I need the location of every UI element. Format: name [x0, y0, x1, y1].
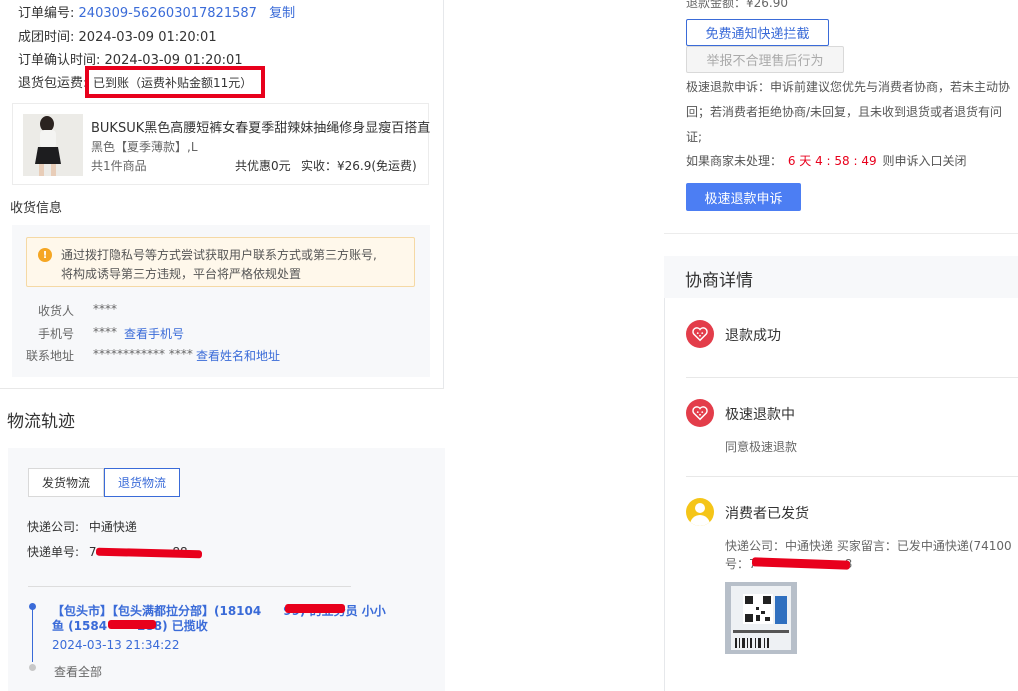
fast-refund-icon	[686, 399, 714, 427]
warning-text-line1: 通过拨打隐私号等方式尝试获取用户联系方式或第三方账号,	[61, 248, 377, 262]
receiver-phone-label: 手机号	[38, 327, 75, 341]
timeline-dot-inactive	[29, 664, 36, 671]
copy-link[interactable]: 复制	[269, 6, 295, 21]
order-id-value: 240309-562603017821587	[78, 6, 257, 21]
courier-company-row: 快递公司: 中通快递	[27, 518, 137, 535]
negotiation-item-title: 退款成功	[725, 328, 781, 344]
product-count: 共1件商品	[91, 159, 147, 173]
view-phone-link[interactable]: 查看手机号	[124, 325, 184, 342]
return-fee-label: 退货包运费:	[18, 76, 88, 91]
fast-refund-appeal-button[interactable]: 极速退款申诉	[686, 183, 801, 211]
return-fee-highlight: 已到账（运费补贴金额11元）	[85, 66, 265, 98]
negotiation-item-detail: 同意极速退款	[725, 440, 798, 454]
privacy-warning: ! 通过拨打隐私号等方式尝试获取用户联系方式或第三方账号, 将构成诱导第三方违规…	[26, 237, 415, 287]
warning-text-line2: 将构成诱导第三方违规，平台将严格依规处置	[61, 267, 302, 281]
refund-amount: 退款金额：¥26.90	[686, 0, 788, 10]
timeline-event-time: 2024-03-13 21:34:22	[52, 638, 180, 652]
receiver-panel: ! 通过拨打隐私号等方式尝试获取用户联系方式或第三方账号, 将构成诱导第三方违规…	[12, 225, 430, 377]
deal-time-value: 2024-03-09 01:20:01	[78, 30, 217, 45]
redaction-mark	[285, 604, 345, 613]
receiver-name-label: 收货人	[38, 304, 75, 318]
tracking-number-label: 快递单号:	[27, 545, 80, 559]
receiver-name-value: ****	[93, 302, 117, 316]
shipping-proof-image[interactable]	[725, 582, 797, 654]
return-fee-row: 退货包运费:	[18, 72, 87, 91]
appeal-text-line3: 证;	[686, 130, 703, 144]
negotiation-item-detail-line1: 快递公司：中通快递 买家留言：已发中通快递(74100	[725, 539, 1012, 553]
product-thumbnail	[23, 114, 83, 176]
view-all-link[interactable]: 查看全部	[54, 663, 102, 680]
negotiation-separator	[686, 476, 1018, 477]
deal-time-label: 成团时间:	[18, 30, 75, 45]
negotiation-item-title: 消费者已发货	[725, 506, 809, 522]
product-spec: 黑色【夏季薄款】,L	[91, 140, 198, 154]
timeline-line	[32, 606, 33, 662]
receiver-address-label: 联系地址	[26, 349, 75, 363]
courier-company-value: 中通快递	[88, 520, 137, 534]
appeal-text-line2: 回；若消费者拒绝协商/未回复，且未收到退货或者退货有问	[686, 105, 1003, 119]
product-discount: 共优惠0元	[235, 159, 291, 173]
logistics-divider	[28, 586, 351, 587]
deadline-suffix: 则申诉入口关闭	[882, 154, 967, 168]
product-card[interactable]: BUKSUK黑色高腰短裤女春夏季甜辣妹抽绳修身显瘦百搭直 黑色【夏季薄款】,L …	[12, 103, 430, 185]
event-line1-text: 【包头市】【包头满都拉分部】(18104	[52, 604, 262, 618]
timeline-dot-active	[29, 603, 36, 610]
receiver-address-value: ************ ****	[93, 347, 193, 361]
tab-return-logistics[interactable]: 退货物流	[104, 468, 180, 497]
consumer-avatar-icon	[686, 498, 714, 526]
deadline-prefix: 如果商家未处理：	[686, 154, 783, 168]
negotiation-left-border	[664, 298, 665, 691]
left-panel-bottom-border	[0, 388, 444, 389]
order-id-row: 订单编号: 240309-562603017821587 复制	[18, 2, 295, 21]
receiver-section-title: 收货信息	[10, 201, 63, 216]
negotiation-separator	[686, 377, 1018, 378]
warning-icon: !	[38, 248, 52, 262]
return-fee-value: 已到账（运费补贴金额11元）	[93, 75, 253, 90]
product-title[interactable]: BUKSUK黑色高腰短裤女春夏季甜辣妹抽绳修身显瘦百搭直	[91, 117, 430, 136]
appeal-text-line1: 极速退款申诉：申诉前建议您优先与消费者协商，若未主动协	[686, 80, 1011, 94]
negotiation-item-title: 极速退款中	[725, 407, 795, 423]
negotiation-section-title: 协商详情	[685, 271, 753, 291]
logistics-panel: 发货物流 退货物流 快递公司: 中通快递 快递单号: 7 88 【包头市】【包头…	[8, 448, 445, 691]
view-address-link[interactable]: 查看姓名和地址	[196, 347, 280, 364]
deadline-countdown: 6 天 4 : 58 : 49	[787, 154, 877, 168]
refund-success-icon	[686, 320, 714, 348]
event-line2-text: 鱼 (1584	[52, 619, 108, 633]
negotiation-header: 协商详情	[664, 256, 1018, 298]
tab-shipping-logistics[interactable]: 发货物流	[28, 468, 104, 497]
notify-courier-button[interactable]: 免费通知快递拦截	[686, 19, 829, 46]
receiver-phone-value: ****	[93, 325, 117, 339]
courier-company-label: 快递公司:	[27, 520, 80, 534]
redaction-mark	[108, 620, 156, 629]
right-panel-border	[664, 233, 1018, 234]
report-aftersale-button[interactable]: 举报不合理售后行为	[686, 46, 844, 73]
logistics-tabs: 发货物流 退货物流	[28, 468, 180, 497]
left-panel-border	[443, 0, 444, 388]
order-id-label: 订单编号:	[18, 6, 75, 21]
product-paid: 实收：¥26.9(免运费)	[301, 159, 417, 173]
appeal-deadline-row: 如果商家未处理： 6 天 4 : 58 : 49 则申诉入口关闭	[686, 152, 966, 169]
logistics-section-title: 物流轨迹	[7, 412, 75, 432]
deal-time-row: 成团时间: 2024-03-09 01:20:01	[18, 26, 217, 45]
